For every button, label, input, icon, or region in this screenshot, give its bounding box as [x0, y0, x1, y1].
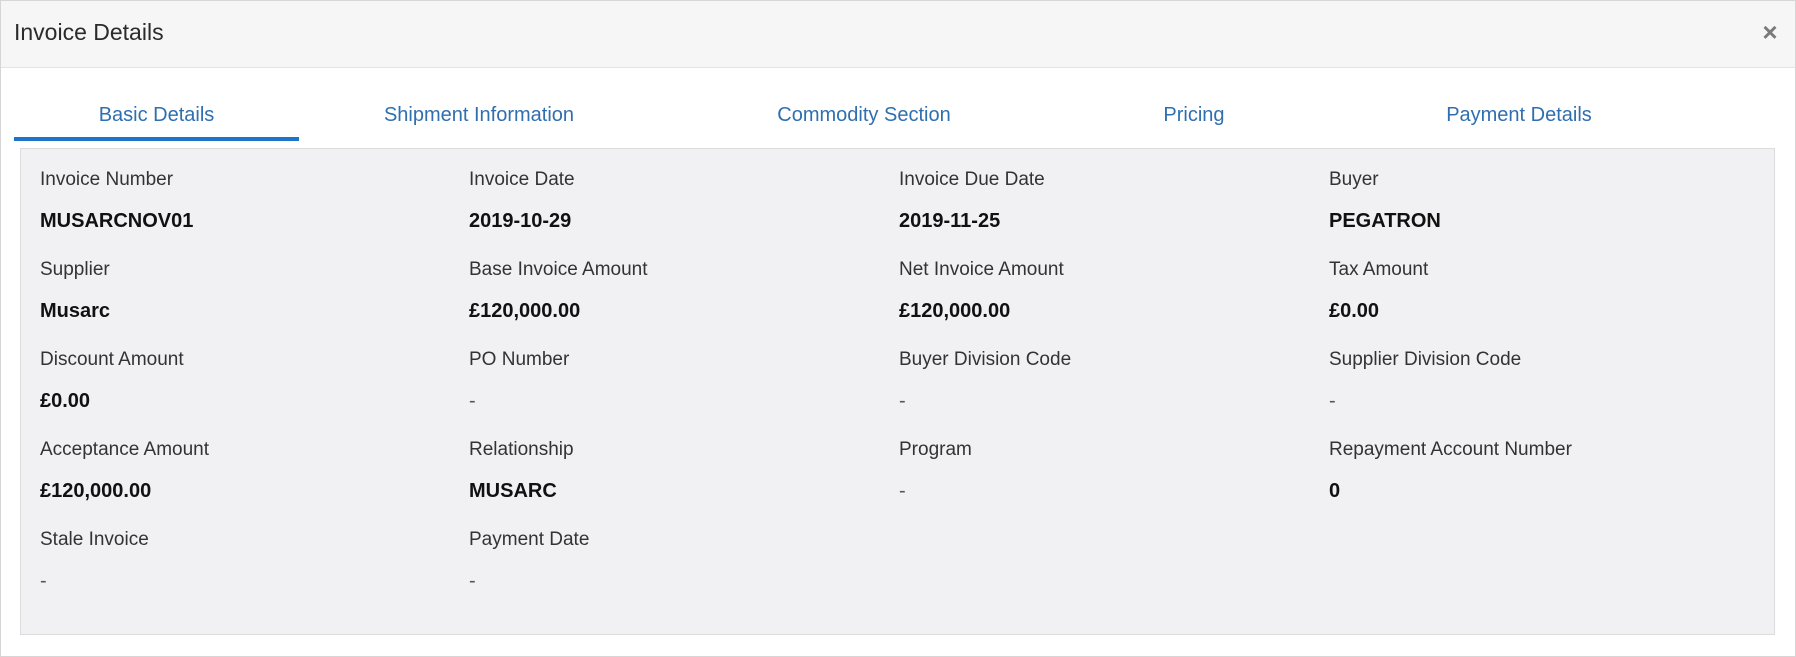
field-value: -: [469, 570, 476, 592]
dialog-header: Invoice Details ×: [1, 1, 1795, 68]
field-value: £0.00: [1329, 300, 1380, 322]
field-value: PEGATRON: [1329, 210, 1441, 232]
invoice-details-dialog: Invoice Details × Basic Details Shipment…: [0, 0, 1796, 657]
field-net-invoice-amount: Net Invoice Amount £120,000.00: [899, 258, 1319, 324]
field-label: Discount Amount: [40, 349, 184, 370]
field-buyer: Buyer PEGATRON: [1329, 168, 1749, 234]
field-value: -: [899, 390, 906, 412]
field-value: £120,000.00: [40, 480, 152, 502]
field-value: £120,000.00: [899, 300, 1011, 322]
field-invoice-number: Invoice Number MUSARCNOV01: [40, 168, 460, 234]
field-discount-amount: Discount Amount £0.00: [40, 348, 460, 414]
field-base-invoice-amount: Base Invoice Amount £120,000.00: [469, 258, 889, 324]
field-label: Base Invoice Amount: [469, 259, 648, 280]
field-label: Invoice Number: [40, 169, 174, 190]
field-label: Acceptance Amount: [40, 439, 209, 460]
field-supplier-division-code: Supplier Division Code -: [1329, 348, 1749, 414]
field-label: Program: [899, 439, 972, 460]
field-label: Payment Date: [469, 529, 590, 550]
field-label: Relationship: [469, 439, 574, 460]
tab-commodity-section[interactable]: Commodity Section: [714, 91, 1014, 141]
field-value: MUSARC: [469, 480, 557, 502]
field-label: Supplier: [40, 259, 110, 280]
field-value: £120,000.00: [469, 300, 581, 322]
tab-shipment-information[interactable]: Shipment Information: [324, 91, 634, 141]
field-label: Tax Amount: [1329, 259, 1429, 280]
field-label: Net Invoice Amount: [899, 259, 1064, 280]
field-label: Repayment Account Number: [1329, 439, 1572, 460]
field-supplier: Supplier Musarc: [40, 258, 460, 324]
field-buyer-division-code: Buyer Division Code -: [899, 348, 1319, 414]
field-value: -: [1329, 390, 1336, 412]
basic-details-panel: Invoice Number MUSARCNOV01 Invoice Date …: [20, 148, 1775, 635]
field-label: Supplier Division Code: [1329, 349, 1522, 370]
field-value: -: [40, 570, 47, 592]
field-stale-invoice: Stale Invoice -: [40, 528, 460, 594]
field-repayment-account-number: Repayment Account Number 0: [1329, 438, 1749, 504]
field-invoice-due-date: Invoice Due Date 2019-11-25: [899, 168, 1319, 234]
field-invoice-date: Invoice Date 2019-10-29: [469, 168, 889, 234]
field-label: Buyer: [1329, 169, 1379, 190]
field-label: PO Number: [469, 349, 570, 370]
field-program: Program -: [899, 438, 1319, 504]
field-value: -: [469, 390, 476, 412]
field-tax-amount: Tax Amount £0.00: [1329, 258, 1749, 324]
field-label: Invoice Date: [469, 169, 575, 190]
tab-payment-details[interactable]: Payment Details: [1394, 91, 1644, 141]
field-payment-date: Payment Date -: [469, 528, 889, 594]
close-icon[interactable]: ×: [1755, 15, 1785, 49]
field-value: Musarc: [40, 300, 111, 322]
field-relationship: Relationship MUSARC: [469, 438, 889, 504]
field-value: 2019-11-25: [899, 210, 1001, 232]
field-value: £0.00: [40, 390, 91, 412]
tab-pricing[interactable]: Pricing: [1114, 91, 1274, 141]
dialog-title: Invoice Details: [14, 19, 164, 45]
field-po-number: PO Number -: [469, 348, 889, 414]
tab-bar: Basic Details Shipment Information Commo…: [14, 91, 1774, 141]
field-value: 0: [1329, 480, 1341, 502]
field-value: MUSARCNOV01: [40, 210, 194, 232]
field-value: -: [899, 480, 906, 502]
field-label: Buyer Division Code: [899, 349, 1072, 370]
field-value: 2019-10-29: [469, 210, 572, 232]
tab-basic-details[interactable]: Basic Details: [14, 91, 299, 141]
field-label: Stale Invoice: [40, 529, 149, 550]
field-label: Invoice Due Date: [899, 169, 1045, 190]
field-acceptance-amount: Acceptance Amount £120,000.00: [40, 438, 460, 504]
